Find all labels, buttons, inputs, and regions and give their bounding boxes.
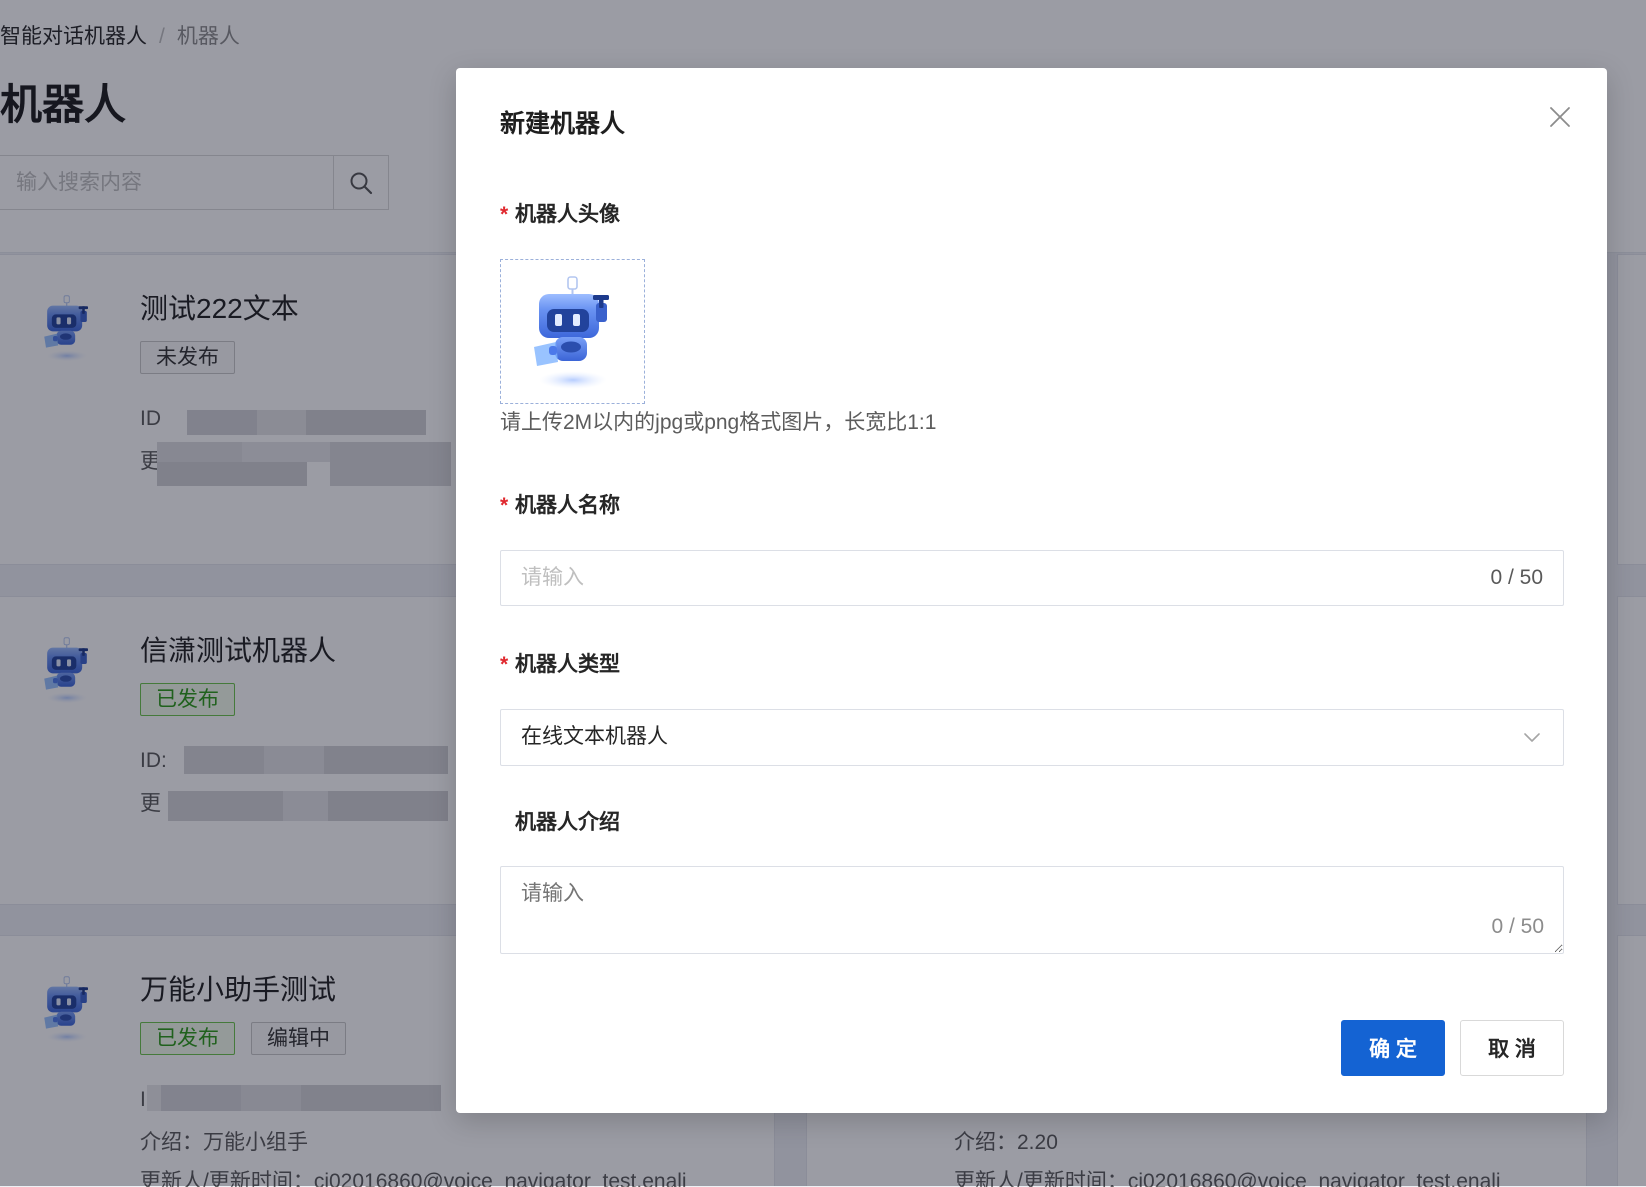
avatar-label: * 机器人头像 bbox=[500, 201, 620, 229]
close-icon bbox=[1550, 107, 1570, 127]
intro-textarea[interactable] bbox=[500, 866, 1564, 954]
type-select[interactable]: 在线文本机器人 bbox=[500, 709, 1564, 766]
name-input[interactable] bbox=[521, 551, 1461, 605]
name-field: 0 / 50 bbox=[500, 550, 1564, 606]
close-button[interactable] bbox=[1548, 105, 1572, 129]
avatar-upload-hint: 请上传2M以内的jpg或png格式图片，长宽比1:1 bbox=[500, 411, 937, 434]
robot-avatar bbox=[531, 274, 615, 394]
confirm-button[interactable]: 确 定 bbox=[1341, 1020, 1445, 1076]
chevron-down-icon bbox=[1524, 733, 1540, 742]
required-mark: * bbox=[500, 494, 509, 517]
name-label: * 机器人名称 bbox=[500, 492, 620, 520]
create-robot-dialog: 新建机器人 * 机器人头像 请上传2M以内的jpg或png格式图片，长宽比1:1… bbox=[456, 68, 1607, 1113]
name-label-text: 机器人名称 bbox=[515, 494, 620, 517]
dialog-title: 新建机器人 bbox=[500, 110, 626, 138]
required-mark: * bbox=[500, 203, 509, 226]
cancel-button[interactable]: 取 消 bbox=[1460, 1020, 1564, 1076]
required-spacer bbox=[500, 809, 515, 837]
name-char-counter: 0 / 50 bbox=[1490, 566, 1543, 589]
type-select-value: 在线文本机器人 bbox=[521, 725, 668, 748]
type-label-text: 机器人类型 bbox=[515, 653, 620, 676]
avatar-label-text: 机器人头像 bbox=[515, 203, 620, 226]
intro-label-text: 机器人介绍 bbox=[515, 811, 620, 834]
required-mark: * bbox=[500, 653, 509, 676]
avatar-upload[interactable] bbox=[500, 259, 645, 404]
intro-char-counter: 0 / 50 bbox=[1491, 915, 1544, 938]
intro-label: 机器人介绍 bbox=[500, 809, 620, 837]
type-label: * 机器人类型 bbox=[500, 651, 620, 679]
intro-field: 0 / 50 bbox=[500, 866, 1564, 954]
